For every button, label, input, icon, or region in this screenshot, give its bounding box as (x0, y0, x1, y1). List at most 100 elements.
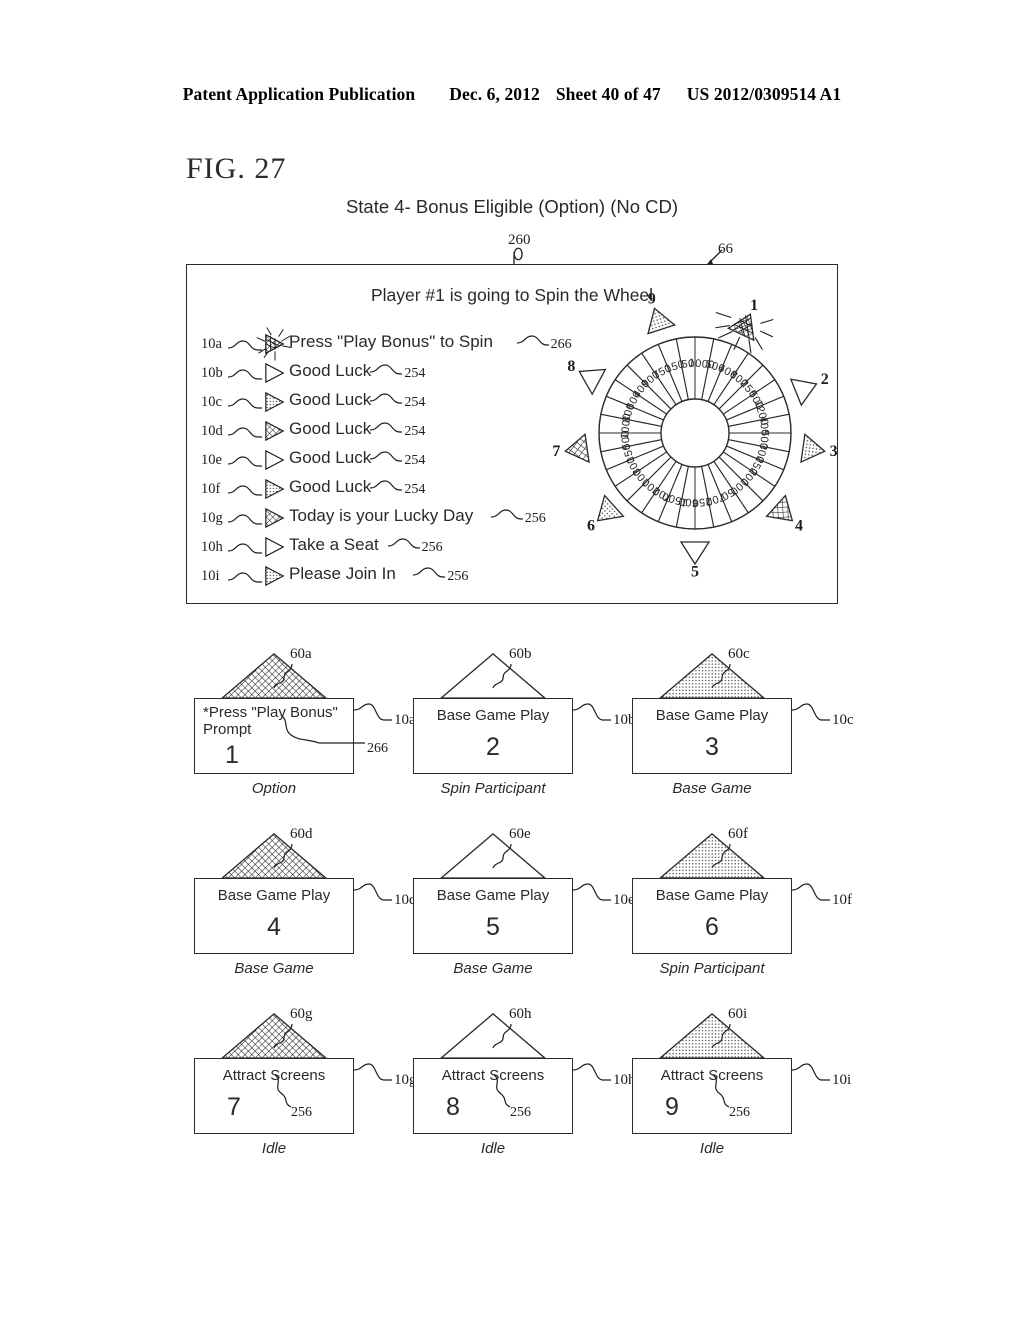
card-box[interactable]: Base Game Play 3 (632, 698, 792, 774)
card-side-ref: 10i (832, 1072, 852, 1088)
game-screen-panel: Player #1 is going to Spin the Wheel 10a… (186, 264, 838, 604)
state-title: State 4- Bonus Eligible (Option) (No CD) (345, 196, 679, 217)
player-message-list: 10a Press "Play Bonus" to Spin 266 10b Goo… (201, 327, 601, 590)
player-ref-number: 254 (404, 395, 426, 410)
ref-66: 66 (718, 241, 733, 257)
card-label: Base Game Play (436, 707, 550, 724)
player-message-row: 10h Take a Seat 256 (201, 532, 601, 561)
card-inner-leader (280, 714, 365, 744)
card-box[interactable]: Base Game Play 6 (632, 878, 792, 954)
card-label: Base Game Play (655, 707, 769, 724)
card-number: 4 (267, 913, 281, 941)
card-caption: Option (251, 780, 297, 797)
player-marker-triangle-icon (265, 536, 285, 558)
header-publication: Patent Application Publication (182, 84, 416, 104)
svg-text:7: 7 (552, 443, 560, 460)
card-roof-leader (492, 663, 512, 689)
player-row-ref: 10c (201, 394, 222, 410)
card-roof-leader (273, 663, 293, 689)
card-roof-ref: 60g (290, 1006, 313, 1022)
card-inner-ref: 256 (291, 1105, 312, 1120)
player-row-leader (227, 427, 262, 438)
card-box[interactable]: *Press "Play Bonus" Prompt 1 266 (194, 698, 388, 774)
card-box[interactable]: Base Game Play 2 (413, 698, 573, 774)
player-row-leader (227, 398, 262, 409)
card-side-leader (791, 883, 830, 901)
card-side-leader (791, 1063, 830, 1081)
player-message-text: Good Luck (289, 477, 372, 496)
player-row-leader (227, 543, 262, 554)
card-box[interactable]: Attract Screens 7 256 (194, 1058, 354, 1134)
player-message-row: 10b Good Luck 254 (201, 358, 601, 387)
player-message-row: 10e Good Luck 254 (201, 445, 601, 474)
player-ref-number: 256 (524, 511, 546, 526)
card-row: 60a *Press "Play Bonus" Prompt 1 266 10a Optio… (0, 640, 1024, 820)
header-sheet: Sheet 40 of 47 (555, 84, 661, 104)
player-state-card-grid: 60a *Press "Play Bonus" Prompt 1 266 10a Optio… (0, 640, 1024, 1200)
player-ref-number: 256 (421, 540, 443, 555)
card-roof-ref: 60c (728, 646, 750, 662)
player-message-text: Press "Play Bonus" to Spin (289, 332, 493, 351)
player-ref-leader (370, 393, 403, 404)
player-message-row: 10i Please Join In 256 (201, 561, 601, 590)
card-caption: Spin Participant (440, 780, 546, 797)
card-roof-leader (492, 1023, 512, 1049)
card-label: Base Game Play (436, 887, 550, 904)
player-ref-leader (370, 422, 403, 433)
card-roof-ref: 60a (290, 646, 312, 662)
player-ref-number: 254 (404, 366, 426, 381)
card-box[interactable]: Base Game Play 4 (194, 878, 354, 954)
svg-text:4: 4 (795, 517, 803, 534)
player-ref-leader (490, 509, 523, 520)
card-box[interactable]: Attract Screens 8 256 (413, 1058, 573, 1134)
player-message-row: 10d Good Luck 254 (201, 416, 601, 445)
card-roof-ref: 60i (728, 1006, 748, 1022)
player-row-ref: 10g (201, 510, 223, 526)
player-message-row: 10g Today is your Lucky Day 256 (201, 503, 601, 532)
card-inner-ref: 256 (729, 1105, 750, 1120)
card-roof-ref: 60e (509, 826, 531, 842)
card-side-leader (572, 703, 611, 721)
card-number: 2 (486, 733, 500, 761)
player-row-leader (227, 485, 262, 496)
card-roof-ref: 60b (509, 646, 532, 662)
player-row-ref: 10f (201, 481, 221, 497)
svg-text:5: 5 (691, 564, 699, 581)
player-ref-leader (370, 364, 403, 375)
player-row-leader (227, 572, 262, 583)
card-roof-leader (711, 843, 731, 869)
card-inner-leader (712, 1074, 730, 1108)
player-message-text: Good Luck (289, 448, 372, 467)
figure-label: FIG. 27 (186, 152, 287, 185)
player-row-ref: 10a (201, 336, 222, 352)
svg-text:9: 9 (648, 291, 656, 308)
player-marker-triangle-icon (265, 507, 285, 529)
card-box[interactable]: Base Game Play 5 (413, 878, 573, 954)
card-caption: Idle (261, 1140, 287, 1157)
player-message-text: Take a Seat (289, 535, 379, 554)
card-number: 6 (705, 913, 719, 941)
card-box[interactable]: Attract Screens 9 256 (632, 1058, 792, 1134)
ref-260: 260 (508, 232, 531, 248)
svg-text:6: 6 (587, 517, 595, 534)
player-message-text: Today is your Lucky Day (289, 506, 474, 525)
player-ref-number: 254 (404, 453, 426, 468)
player-marker-triangle-icon (265, 362, 285, 384)
player-row-leader (227, 369, 262, 380)
svg-text:1: 1 (750, 297, 758, 314)
card-side-leader (572, 883, 611, 901)
player-message-row: 10f Good Luck 254 (201, 474, 601, 503)
player-ref-leader (413, 567, 446, 578)
player-marker-triangle-icon (256, 327, 292, 361)
player-row-ref: 10i (201, 568, 220, 584)
card-side-leader (572, 1063, 611, 1081)
player-ref-leader (516, 335, 549, 346)
card-roof-leader (492, 843, 512, 869)
card-number: 1 (225, 741, 239, 769)
card-side-ref: 10f (832, 892, 852, 908)
card-roof-ref: 60h (509, 1006, 532, 1022)
card-inner-leader (493, 1074, 511, 1108)
card-caption: Base Game (453, 960, 533, 977)
card-label: Base Game Play (217, 887, 331, 904)
card-caption: Idle (699, 1140, 725, 1157)
